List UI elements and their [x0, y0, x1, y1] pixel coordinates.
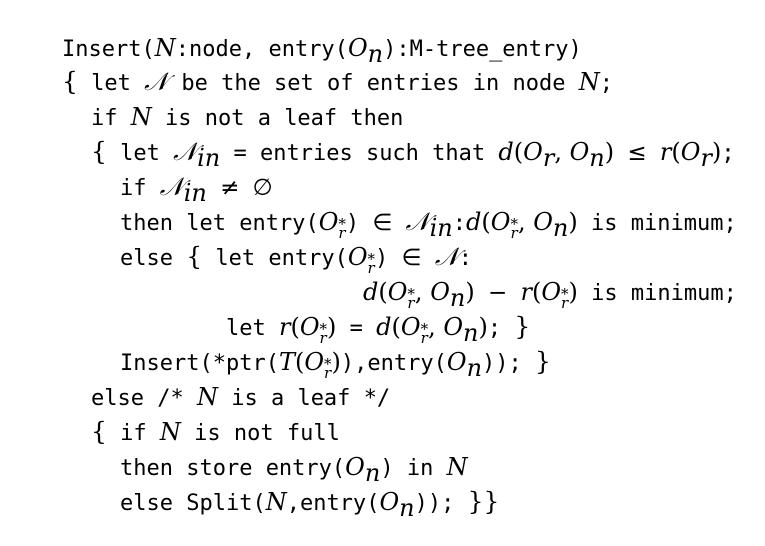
line-9: let r(O * r) = d(O * r, On); } [225, 312, 531, 347]
comma: , [554, 138, 570, 166]
var-r: r [659, 138, 672, 166]
paren: ) [568, 208, 578, 236]
paren: ) [604, 138, 615, 166]
var-O: O [680, 138, 701, 166]
var-O: O [490, 208, 511, 236]
paren: ) [711, 138, 722, 166]
line-5: if 𝒩in ≠ ∅ [67, 145, 273, 206]
line-12: { if N is not full [38, 390, 340, 447]
sub-r: r [510, 224, 518, 242]
var-O: O [533, 208, 553, 236]
line-4: { let 𝒩in = entries such that d(Or, On) … [90, 137, 735, 172]
open-brace: { [186, 242, 203, 271]
text-is-minimum: is minimum [591, 211, 724, 236]
sub-r: r [700, 144, 712, 172]
close-brace: } [535, 347, 551, 376]
line-2: { let 𝒩 be the set of entries in node N; [61, 67, 613, 97]
keyword-entry: entry [299, 491, 367, 516]
paren: ( [671, 138, 681, 166]
line-7: else { let entry(O * r) ∈ 𝒩: [119, 242, 473, 277]
line-11: else /* N is a leaf */ [38, 355, 390, 411]
line-14: else Split(N,entry(On)); }} [119, 487, 500, 522]
sub-r: r [542, 144, 555, 172]
paren: ) [568, 278, 578, 306]
line-13: then store entry(On) in N [119, 453, 468, 487]
sub-n: n [589, 144, 605, 172]
paren: ( [513, 138, 524, 166]
comma: , [517, 208, 534, 236]
paren: ( [481, 208, 491, 236]
var-N: N [265, 488, 287, 516]
var-N: N [578, 68, 600, 96]
text-is-minimum: is minimum [591, 281, 724, 306]
line-10: Insert(*ptr(T(O * r)),entry(On)); } [119, 347, 551, 382]
line-8: d(O * r, On) − r(O * r) is minimum; [362, 278, 737, 312]
line-6: then let entry(O * r) ∈ 𝒩in:d(O * r, On) is … [119, 207, 737, 242]
keyword-let: let [215, 246, 256, 271]
algorithm-listing: Insert(N:node, entry(On):M-tree_entry) {… [0, 0, 765, 522]
var-O: O [446, 348, 467, 376]
supsub-star-r: * r [510, 217, 518, 241]
supsub-star-r: * r [561, 287, 569, 311]
sub-n: n [466, 354, 483, 382]
sub-n: n [399, 494, 415, 522]
var-O: O [569, 138, 590, 166]
keyword-split: Split [186, 491, 253, 516]
var-O: O [379, 488, 400, 516]
sub-r: r [561, 294, 569, 312]
var-O: O [523, 138, 543, 166]
close-braces: }} [467, 487, 500, 516]
line-1: Insert(N:node, entry(On):M-tree_entry) [61, 34, 582, 68]
keyword-else: else [119, 491, 173, 516]
line-3: if N is not a leaf then [38, 75, 403, 131]
leq-symbol: ≤ [627, 140, 647, 166]
text-entries-such-that: entries such that [259, 141, 486, 166]
paren: ( [531, 278, 542, 306]
sub-n: n [552, 214, 569, 242]
keyword-else: else [119, 246, 173, 271]
var-d: d [498, 138, 514, 166]
var-O: O [541, 278, 562, 306]
comment-close: */ [363, 386, 391, 411]
